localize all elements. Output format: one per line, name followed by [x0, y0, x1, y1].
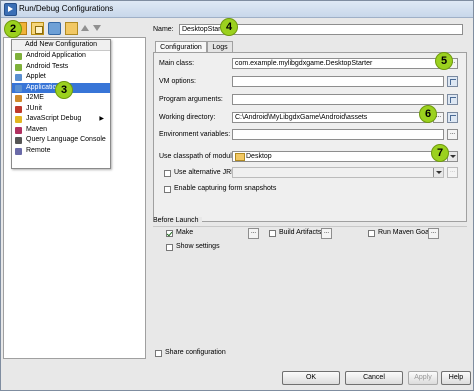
- build-artifacts-label: Build Artifacts: [279, 229, 322, 236]
- environment-variables-label: Environment variables:: [159, 131, 231, 138]
- ok-button[interactable]: OK: [282, 371, 340, 385]
- popup-item-javascript-debug[interactable]: JavaScript Debug ▶: [12, 114, 110, 125]
- vm-options-label: VM options:: [159, 78, 196, 85]
- run-maven-goal-checkbox[interactable]: [368, 230, 375, 237]
- title-bar: Run/Debug Configurations: [1, 1, 473, 18]
- left-toolbar: [3, 19, 143, 37]
- callout-badge-4: 4: [220, 18, 238, 36]
- alternative-jre-checkbox[interactable]: [164, 170, 171, 177]
- popup-item-android-tests[interactable]: Android Tests: [12, 62, 110, 73]
- classpath-module-label: Use classpath of module:: [159, 153, 238, 160]
- chevron-down-icon[interactable]: [433, 168, 443, 177]
- popup-item-label: Maven: [26, 125, 48, 133]
- callout-badge-3: 3: [55, 81, 73, 99]
- alternative-jre-browse-button[interactable]: ...: [447, 167, 458, 178]
- j2me-icon: [15, 95, 22, 102]
- main-class-input[interactable]: com.example.mylibgdxgame.DesktopStarter: [232, 58, 444, 69]
- help-button[interactable]: Help: [441, 371, 471, 385]
- vm-options-input[interactable]: [232, 76, 444, 87]
- share-configuration-label: Share configuration: [165, 349, 226, 356]
- working-directory-label: Working directory:: [159, 114, 216, 121]
- cancel-button[interactable]: Cancel: [345, 371, 403, 385]
- junit-icon: [15, 105, 22, 113]
- program-arguments-label: Program arguments:: [159, 96, 223, 103]
- android-icon: [15, 53, 22, 60]
- remote-icon: [15, 147, 22, 155]
- popup-item-remote[interactable]: Remote: [12, 146, 110, 157]
- form-snapshots-checkbox[interactable]: [164, 186, 171, 193]
- alternative-jre-select[interactable]: [232, 167, 444, 178]
- android-icon: [15, 63, 22, 71]
- popup-item-android-application[interactable]: Android Application: [12, 51, 110, 62]
- build-artifacts-settings-button[interactable]: ...: [321, 228, 332, 239]
- maven-icon: [15, 126, 22, 134]
- popup-item-junit[interactable]: JUnit: [12, 104, 110, 115]
- popup-item-query-language-console[interactable]: Query Language Console: [12, 135, 110, 146]
- before-launch-divider: [153, 226, 467, 227]
- run-maven-goal-label: Run Maven Goal: [378, 229, 431, 236]
- popup-item-label: Remote: [26, 146, 51, 154]
- add-new-configuration-popup: Add New Configuration Android Applicatio…: [11, 39, 111, 169]
- callout-badge-6: 6: [419, 105, 437, 123]
- move-up-icon[interactable]: [81, 25, 89, 31]
- javascript-icon: [15, 116, 22, 123]
- make-checkbox[interactable]: [166, 230, 173, 237]
- make-settings-button[interactable]: ...: [248, 228, 259, 239]
- environment-variables-browse-button[interactable]: ...: [447, 129, 458, 140]
- popup-item-label: Android Application: [26, 52, 86, 59]
- callout-badge-7: 7: [431, 144, 449, 162]
- popup-item-label: JUnit: [26, 104, 42, 112]
- before-launch-title: Before Launch: [153, 217, 202, 224]
- callout-badge-5: 5: [435, 52, 453, 70]
- configuration-editor: Name: DesktopStarter Configuration Logs …: [149, 19, 471, 359]
- popup-item-maven[interactable]: Maven: [12, 125, 110, 136]
- popup-item-label: J2ME: [26, 94, 44, 101]
- submenu-arrow-icon: ▶: [99, 116, 104, 122]
- run-maven-goal-settings-button[interactable]: ...: [428, 228, 439, 239]
- classpath-module-select[interactable]: Desktop: [232, 151, 458, 162]
- window-title: Run/Debug Configurations: [19, 4, 114, 13]
- classpath-module-value: Desktop: [246, 153, 272, 160]
- show-settings-checkbox[interactable]: [166, 244, 173, 251]
- popup-item-label: Applet: [26, 73, 46, 80]
- run-config-app-icon: [4, 3, 17, 16]
- popup-item-label: JavaScript Debug: [26, 115, 82, 122]
- form-snapshots-label: Enable capturing form snapshots: [174, 185, 277, 192]
- move-down-icon[interactable]: [93, 25, 101, 31]
- alternative-jre-label: Use alternative JRE:: [174, 169, 238, 176]
- application-icon: [15, 84, 22, 92]
- main-class-label: Main class:: [159, 60, 195, 67]
- popup-item-label: Android Tests: [26, 62, 69, 70]
- program-arguments-expand-button[interactable]: [447, 94, 458, 105]
- working-directory-input[interactable]: C:\Android\MyLibgdxGame\Android\assets: [232, 112, 430, 123]
- working-directory-macro-button[interactable]: [447, 112, 458, 123]
- folder-icon[interactable]: [65, 22, 78, 35]
- console-icon: [15, 137, 22, 144]
- program-arguments-input[interactable]: [232, 94, 444, 105]
- module-folder-icon: [235, 153, 245, 161]
- vm-options-expand-button[interactable]: [447, 76, 458, 87]
- share-configuration-checkbox[interactable]: [155, 350, 162, 357]
- configuration-tab-pane: Main class: com.example.mylibgdxgame.Des…: [153, 52, 467, 222]
- name-label: Name:: [153, 26, 174, 33]
- copy-icon[interactable]: [31, 22, 44, 35]
- apply-button[interactable]: Apply: [408, 371, 438, 385]
- build-artifacts-checkbox[interactable]: [269, 230, 276, 237]
- run-debug-configurations-window: Run/Debug Configurations Add New Configu…: [0, 0, 474, 391]
- show-settings-label: Show settings: [176, 243, 220, 250]
- popup-item-label: Query Language Console: [26, 136, 106, 143]
- make-label: Make: [176, 229, 194, 236]
- environment-variables-input[interactable]: [232, 129, 444, 140]
- popup-header: Add New Configuration: [12, 40, 110, 51]
- applet-icon: [15, 74, 22, 81]
- edit-defaults-icon[interactable]: [48, 22, 61, 35]
- callout-badge-2: 2: [4, 20, 22, 38]
